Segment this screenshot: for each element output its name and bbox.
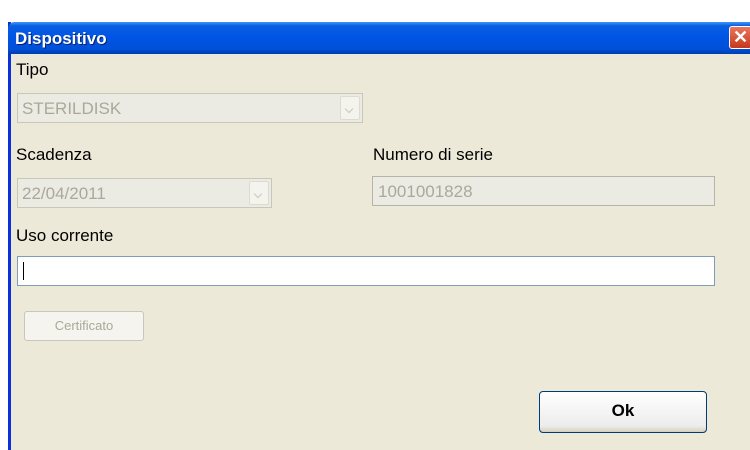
window-title: Dispositivo [15,29,107,48]
close-icon: ✕ [732,27,749,47]
uso-corrente-label: Uso corrente [16,226,114,245]
uso-corrente-input[interactable] [17,256,715,286]
scadenza-value: 22/04/2011 [22,184,106,203]
title-bar[interactable]: Dispositivo ✕ [8,22,750,54]
ok-button[interactable]: Ok [539,391,707,433]
close-button[interactable]: ✕ [729,26,750,49]
text-caret [23,262,24,280]
dialog-window [8,22,750,450]
chevron-down-icon[interactable] [340,96,360,120]
numero-serie-value: 1001001828 [378,182,473,201]
tipo-label: Tipo [16,60,49,79]
tipo-value: STERILDISK [22,99,122,118]
scadenza-date-picker[interactable]: 22/04/2011 [17,178,272,208]
numero-serie-field[interactable]: 1001001828 [372,176,715,206]
numero-serie-label: Numero di serie [373,145,493,164]
scadenza-label: Scadenza [16,145,92,164]
chevron-down-icon[interactable] [249,181,269,205]
tipo-select[interactable]: STERILDISK [17,93,363,123]
certificato-button[interactable]: Certificato [24,311,144,341]
